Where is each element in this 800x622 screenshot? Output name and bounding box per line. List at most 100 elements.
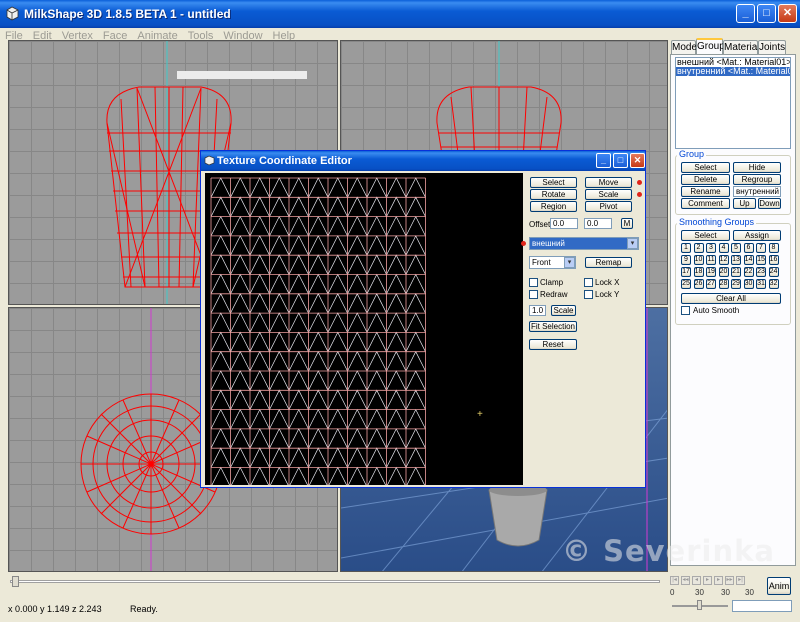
uv-select-button[interactable]: Select [530, 177, 577, 188]
uv-scale-mode-button[interactable]: Scale [585, 189, 632, 200]
timeline-slider-thumb[interactable] [12, 576, 19, 587]
group-dropdown-chevron-down-icon[interactable]: ▾ [627, 238, 638, 249]
uv-pivot-button[interactable]: Pivot [585, 201, 632, 212]
auto-smooth-checkbox[interactable] [681, 306, 690, 315]
view-dropdown-chevron-down-icon[interactable]: ▾ [564, 257, 575, 268]
offset-x-field[interactable]: 0.0 [550, 218, 578, 229]
smoothing-group-20-button[interactable]: 20 [718, 267, 729, 277]
reset-button[interactable]: Reset [529, 339, 577, 350]
smoothing-group-27-button[interactable]: 27 [706, 279, 716, 289]
smoothing-group-11-button[interactable]: 11 [706, 255, 716, 265]
frame-field-4[interactable]: 30 [745, 588, 754, 597]
timeline-track[interactable] [10, 580, 660, 583]
status-field[interactable] [732, 600, 792, 612]
smoothing-group-15-button[interactable]: 15 [756, 255, 766, 265]
maximize-button[interactable]: □ [757, 4, 776, 23]
offset-y-field[interactable]: 0.0 [584, 218, 612, 229]
smoothing-select-button[interactable]: Select [681, 230, 730, 241]
apply-scale-button[interactable]: Scale [551, 305, 576, 316]
redraw-checkbox[interactable] [529, 290, 538, 299]
group-comment-button[interactable]: Comment [681, 198, 730, 209]
tab-joints[interactable]: Joints [758, 40, 786, 54]
close-button[interactable]: ✕ [778, 4, 797, 23]
play-icon[interactable]: ▸ [703, 576, 712, 585]
smoothing-group-3-button[interactable]: 3 [706, 243, 716, 253]
lock-y-checkbox[interactable] [584, 290, 593, 299]
dialog-minimize-button[interactable]: _ [596, 153, 611, 168]
tab-groups[interactable]: Groups [696, 38, 730, 55]
smoothing-group-31-button[interactable]: 31 [756, 279, 766, 289]
tab-materials[interactable]: Materials [723, 40, 765, 54]
smoothing-group-5-button[interactable]: 5 [731, 243, 741, 253]
last-frame-icon[interactable]: ▸| [736, 576, 745, 585]
smoothing-group-8-button[interactable]: 8 [768, 243, 779, 253]
next-key-icon[interactable]: ▸▸ [725, 576, 734, 585]
lock-x-checkbox[interactable] [584, 278, 593, 287]
smoothing-group-28-button[interactable]: 28 [718, 279, 729, 289]
smoothing-group-23-button[interactable]: 23 [756, 267, 766, 277]
smoothing-group-24-button[interactable]: 24 [768, 267, 779, 277]
smoothing-group-18-button[interactable]: 18 [693, 267, 704, 277]
zoom-slider-thumb[interactable] [697, 600, 702, 610]
dialog-maximize-button[interactable]: □ [613, 153, 628, 168]
smoothing-group-9-button[interactable]: 9 [681, 255, 691, 265]
smoothing-group-12-button[interactable]: 12 [718, 255, 729, 265]
smoothing-assign-button[interactable]: Assign [733, 230, 781, 241]
group-select[interactable]: внешний [529, 237, 639, 250]
dialog-close-button[interactable]: ✕ [630, 153, 645, 168]
uv-rotate-button[interactable]: Rotate [530, 189, 577, 200]
fit-selection-button[interactable]: Fit Selection [529, 321, 577, 332]
smoothing-group-6-button[interactable]: 6 [743, 243, 754, 253]
smoothing-group-25-button[interactable]: 25 [681, 279, 691, 289]
uv-move-button[interactable]: Move [585, 177, 632, 188]
group-up-button[interactable]: Up [733, 198, 756, 209]
smoothing-group-2-button[interactable]: 2 [693, 243, 704, 253]
group-hide-button[interactable]: Hide [733, 162, 781, 173]
smoothing-group-26-button[interactable]: 26 [693, 279, 704, 289]
smoothing-group-16-button[interactable]: 16 [768, 255, 779, 265]
group-down-button[interactable]: Down [758, 198, 781, 209]
group-item-inner[interactable]: внутренний <Mat.: Material01> [676, 67, 790, 76]
anim-button[interactable]: Anim [767, 577, 791, 595]
group-rename-field[interactable]: внутренний [733, 186, 781, 197]
frame-field-3[interactable]: 30 [721, 588, 730, 597]
group-indicator-icon [521, 241, 526, 246]
group-rename-button[interactable]: Rename [681, 186, 730, 197]
first-frame-icon[interactable]: |◂ [670, 576, 679, 585]
smoothing-group-17-button[interactable]: 17 [681, 267, 691, 277]
smoothing-group-29-button[interactable]: 29 [731, 279, 741, 289]
group-item-outer[interactable]: внешний <Mat.: Material01> [676, 58, 790, 67]
smoothing-group-14-button[interactable]: 14 [743, 255, 754, 265]
scale-value-field[interactable]: 1.0 [529, 305, 546, 316]
prev-frame-icon[interactable]: ◂ [692, 576, 701, 585]
smoothing-group-21-button[interactable]: 21 [731, 267, 741, 277]
clear-all-button[interactable]: Clear All [681, 293, 781, 304]
group-select-button[interactable]: Select [681, 162, 730, 173]
smoothing-group-22-button[interactable]: 22 [743, 267, 754, 277]
tab-model[interactable]: Model [671, 40, 699, 54]
uv-canvas[interactable]: + [205, 173, 523, 488]
frame-field-1[interactable]: 0 [670, 588, 674, 597]
uv-region-button[interactable]: Region [530, 201, 577, 212]
clamp-checkbox[interactable] [529, 278, 538, 287]
smoothing-group-4-button[interactable]: 4 [718, 243, 729, 253]
minimize-button[interactable]: _ [736, 4, 755, 23]
groups-list[interactable]: внешний <Mat.: Material01> внутренний <M… [675, 57, 791, 149]
m-button[interactable]: M [621, 218, 633, 229]
title-bar[interactable]: MilkShape 3D 1.8.5 BETA 1 - untitled _ □… [0, 0, 800, 28]
remap-button[interactable]: Remap [585, 257, 632, 268]
smoothing-group-13-button[interactable]: 13 [731, 255, 741, 265]
group-delete-button[interactable]: Delete [681, 174, 730, 185]
smoothing-group-30-button[interactable]: 30 [743, 279, 754, 289]
frame-field-2[interactable]: 30 [695, 588, 704, 597]
smoothing-group-1-button[interactable]: 1 [681, 243, 691, 253]
smoothing-group-19-button[interactable]: 19 [706, 267, 716, 277]
smoothing-group-10-button[interactable]: 10 [693, 255, 704, 265]
dialog-title-bar[interactable]: Texture Coordinate Editor _ □ ✕ [201, 151, 645, 171]
smoothing-group-7-button[interactable]: 7 [756, 243, 766, 253]
prev-key-icon[interactable]: ◂◂ [681, 576, 690, 585]
next-frame-icon[interactable]: ▸ [714, 576, 723, 585]
group-regroup-button[interactable]: Regroup [733, 174, 781, 185]
group-section-title: Group [677, 149, 707, 159]
smoothing-group-32-button[interactable]: 32 [768, 279, 779, 289]
